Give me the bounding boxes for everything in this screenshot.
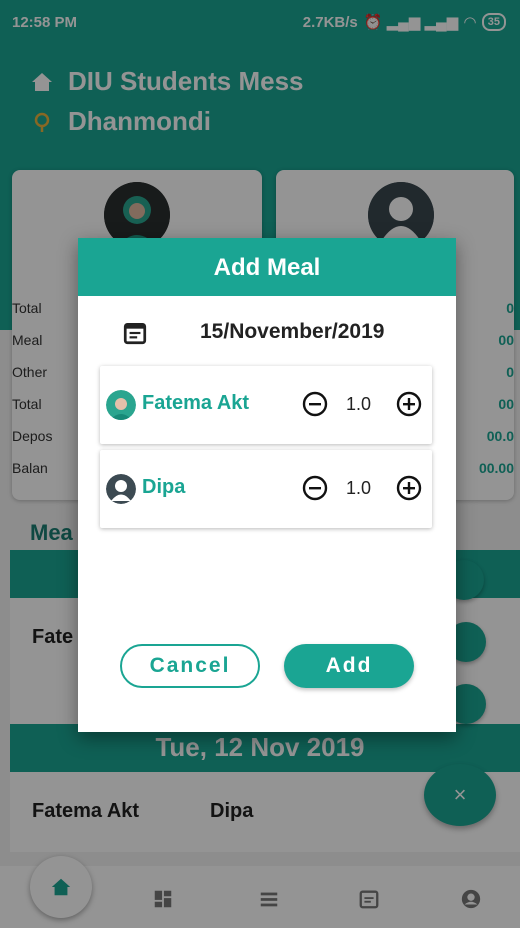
minus-circle-icon[interactable]	[302, 391, 328, 417]
member-meal-row: Fatema Akt 1.0	[100, 366, 432, 444]
minus-circle-icon[interactable]	[302, 475, 328, 501]
member-name: Fatema Akt	[142, 392, 250, 414]
date-picker-row[interactable]: 15/November/2019	[78, 316, 456, 350]
cancel-button[interactable]: Cancel	[120, 644, 260, 688]
selected-date[interactable]: 15/November/2019	[200, 320, 384, 344]
calendar-icon[interactable]	[122, 320, 148, 346]
member-name: Dipa	[142, 476, 186, 498]
add-meal-dialog: Add Meal 15/November/2019 Fatema Akt 1.0…	[78, 238, 456, 732]
plus-circle-icon[interactable]	[396, 475, 422, 501]
meal-quantity: 1.0	[346, 394, 372, 414]
avatar	[106, 390, 136, 420]
meal-quantity: 1.0	[346, 478, 372, 498]
add-button[interactable]: Add	[284, 644, 414, 688]
plus-circle-icon[interactable]	[396, 391, 422, 417]
avatar	[106, 474, 136, 504]
dialog-title: Add Meal	[78, 238, 456, 296]
member-meal-row: Dipa 1.0	[100, 450, 432, 528]
